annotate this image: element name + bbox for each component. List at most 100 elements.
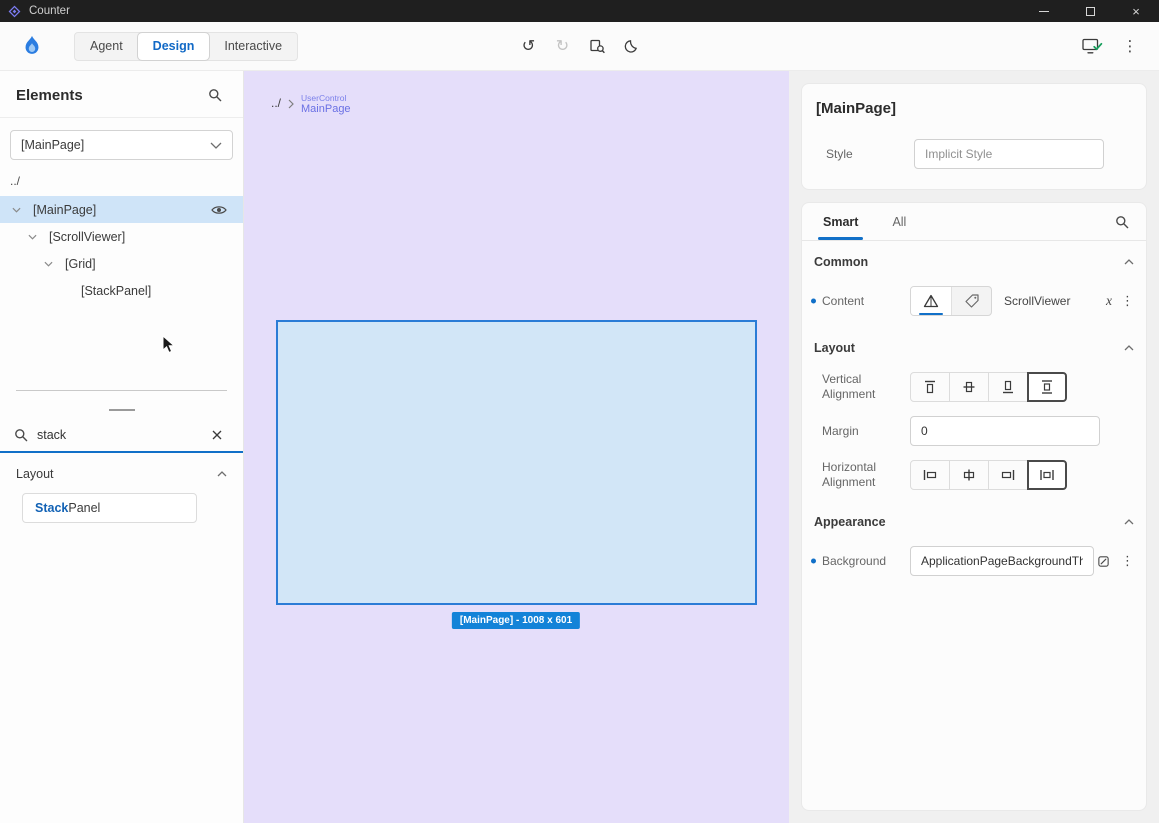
maximize-icon bbox=[1086, 7, 1095, 16]
elements-panel: Elements [MainPage] ../ [MainPage] bbox=[0, 71, 244, 823]
monitor-check-icon bbox=[1082, 38, 1103, 55]
redo-icon: ↻ bbox=[556, 36, 569, 56]
vertical-alignment-row: Vertical Alignment bbox=[812, 369, 1136, 405]
vertical-alignment-label: Vertical Alignment bbox=[812, 372, 910, 402]
page-selector-dropdown[interactable]: [MainPage] bbox=[10, 130, 233, 160]
redo-button[interactable]: ↻ bbox=[550, 33, 576, 59]
element-search-input[interactable] bbox=[37, 428, 196, 442]
elements-search-button[interactable] bbox=[203, 83, 227, 107]
properties-tabs: Smart All bbox=[802, 203, 1146, 241]
tree-item-stackpanel[interactable]: [StackPanel] bbox=[0, 277, 243, 304]
tab-all[interactable]: All bbox=[875, 203, 923, 240]
tab-all-label: All bbox=[892, 215, 906, 229]
breadcrumb-root[interactable]: ../ bbox=[271, 96, 281, 110]
element-tree: [MainPage] [ScrollViewer] [Grid] [StackP… bbox=[0, 196, 243, 304]
resource-icon bbox=[1097, 555, 1110, 568]
valign-bottom-button[interactable] bbox=[988, 372, 1028, 402]
style-input[interactable] bbox=[914, 139, 1104, 169]
tag-icon bbox=[964, 293, 980, 309]
section-appearance-header[interactable]: Appearance bbox=[812, 501, 1136, 543]
app-logo-icon bbox=[8, 5, 21, 18]
tab-design[interactable]: Design bbox=[138, 33, 210, 60]
search-icon bbox=[14, 428, 28, 442]
resource-picker-button[interactable] bbox=[1094, 552, 1112, 570]
elements-title: Elements bbox=[16, 87, 83, 104]
more-options-button[interactable]: ⋮ bbox=[1117, 33, 1143, 59]
hot-design-logo-icon bbox=[20, 34, 44, 58]
window-controls: × bbox=[1021, 0, 1159, 22]
window-title: Counter bbox=[29, 5, 70, 17]
breadcrumb-type-label: UserControl bbox=[301, 93, 351, 103]
properties-search-button[interactable] bbox=[1110, 210, 1134, 234]
chevron-up-icon bbox=[1124, 345, 1134, 351]
section-layout-header[interactable]: Layout bbox=[812, 327, 1136, 369]
panel-splitter-handle[interactable] bbox=[109, 409, 135, 411]
valign-stretch-button[interactable] bbox=[1027, 372, 1067, 402]
chevron-down-icon[interactable] bbox=[12, 207, 28, 213]
result-match-text: Stack bbox=[35, 501, 68, 515]
section-layout-title: Layout bbox=[814, 341, 855, 355]
background-input[interactable] bbox=[910, 546, 1094, 576]
close-button[interactable]: × bbox=[1113, 0, 1159, 22]
content-visual-toggle-button[interactable] bbox=[911, 287, 951, 315]
section-common-header[interactable]: Common bbox=[812, 241, 1136, 283]
result-rest-text: Panel bbox=[68, 501, 100, 515]
undo-button[interactable]: ↺ bbox=[516, 33, 542, 59]
binding-marker-button[interactable]: x bbox=[1106, 293, 1112, 309]
chevron-down-icon[interactable] bbox=[44, 261, 60, 267]
section-common-title: Common bbox=[814, 255, 868, 269]
visibility-eye-icon[interactable] bbox=[211, 205, 227, 215]
margin-input[interactable] bbox=[910, 416, 1100, 446]
halign-center-button[interactable] bbox=[949, 460, 989, 490]
panel-divider bbox=[16, 390, 227, 391]
valign-center-button[interactable] bbox=[949, 372, 989, 402]
more-icon: ⋮ bbox=[1123, 37, 1138, 55]
background-more-button[interactable]: ⋮ bbox=[1121, 553, 1134, 569]
chevron-down-icon[interactable] bbox=[28, 234, 44, 240]
background-property-row: Background ⋮ bbox=[812, 543, 1136, 579]
modified-dot-icon bbox=[811, 559, 816, 564]
align-vertical-center-icon bbox=[961, 379, 977, 395]
minimize-button[interactable] bbox=[1021, 0, 1067, 22]
close-x-icon bbox=[211, 429, 223, 441]
content-more-button[interactable]: ⋮ bbox=[1121, 293, 1134, 309]
maximize-button[interactable] bbox=[1067, 0, 1113, 22]
chevron-up-icon bbox=[1124, 259, 1134, 265]
design-canvas[interactable]: ../ UserControl MainPage [MainPage] - 10… bbox=[244, 71, 789, 823]
content-tag-toggle-button[interactable] bbox=[951, 287, 991, 315]
tab-interactive[interactable]: Interactive bbox=[209, 33, 297, 60]
device-status-button[interactable] bbox=[1079, 33, 1105, 59]
vertical-alignment-group bbox=[910, 372, 1067, 402]
horizontal-alignment-group bbox=[910, 460, 1067, 490]
clear-search-button[interactable] bbox=[205, 423, 229, 447]
prism-icon bbox=[923, 294, 939, 308]
style-row: Style bbox=[816, 139, 1132, 169]
tree-item-label: [StackPanel] bbox=[81, 284, 151, 298]
toolbar-center-actions: ↺ ↻ bbox=[516, 22, 644, 70]
modified-dot-icon bbox=[811, 299, 816, 304]
halign-stretch-button[interactable] bbox=[1027, 460, 1067, 490]
inspect-button[interactable] bbox=[584, 33, 610, 59]
halign-right-button[interactable] bbox=[988, 460, 1028, 490]
page-selector-value: [MainPage] bbox=[21, 138, 84, 152]
chevron-right-icon bbox=[288, 99, 294, 109]
halign-left-button[interactable] bbox=[910, 460, 950, 490]
margin-label: Margin bbox=[812, 424, 910, 439]
results-section-header[interactable]: Layout bbox=[0, 453, 243, 489]
design-surface-mainpage[interactable] bbox=[276, 320, 757, 605]
tree-item-grid[interactable]: [Grid] bbox=[0, 250, 243, 277]
tree-item-scrollviewer[interactable]: [ScrollViewer] bbox=[0, 223, 243, 250]
valign-top-button[interactable] bbox=[910, 372, 950, 402]
tab-smart[interactable]: Smart bbox=[806, 203, 875, 240]
close-icon: × bbox=[1132, 4, 1140, 19]
breadcrumb-current-page[interactable]: UserControl MainPage bbox=[301, 93, 351, 116]
canvas-breadcrumb: ../ UserControl MainPage bbox=[271, 93, 351, 116]
tree-item-mainpage[interactable]: [MainPage] bbox=[0, 196, 243, 223]
properties-card: Smart All Common Content bbox=[801, 202, 1147, 811]
search-result-stackpanel[interactable]: StackPanel bbox=[22, 493, 197, 523]
tab-agent[interactable]: Agent bbox=[75, 33, 138, 60]
align-vertical-stretch-icon bbox=[1039, 379, 1055, 395]
tab-smart-label: Smart bbox=[823, 215, 858, 229]
theme-toggle-button[interactable] bbox=[618, 33, 644, 59]
tree-breadcrumb[interactable]: ../ bbox=[0, 160, 243, 196]
